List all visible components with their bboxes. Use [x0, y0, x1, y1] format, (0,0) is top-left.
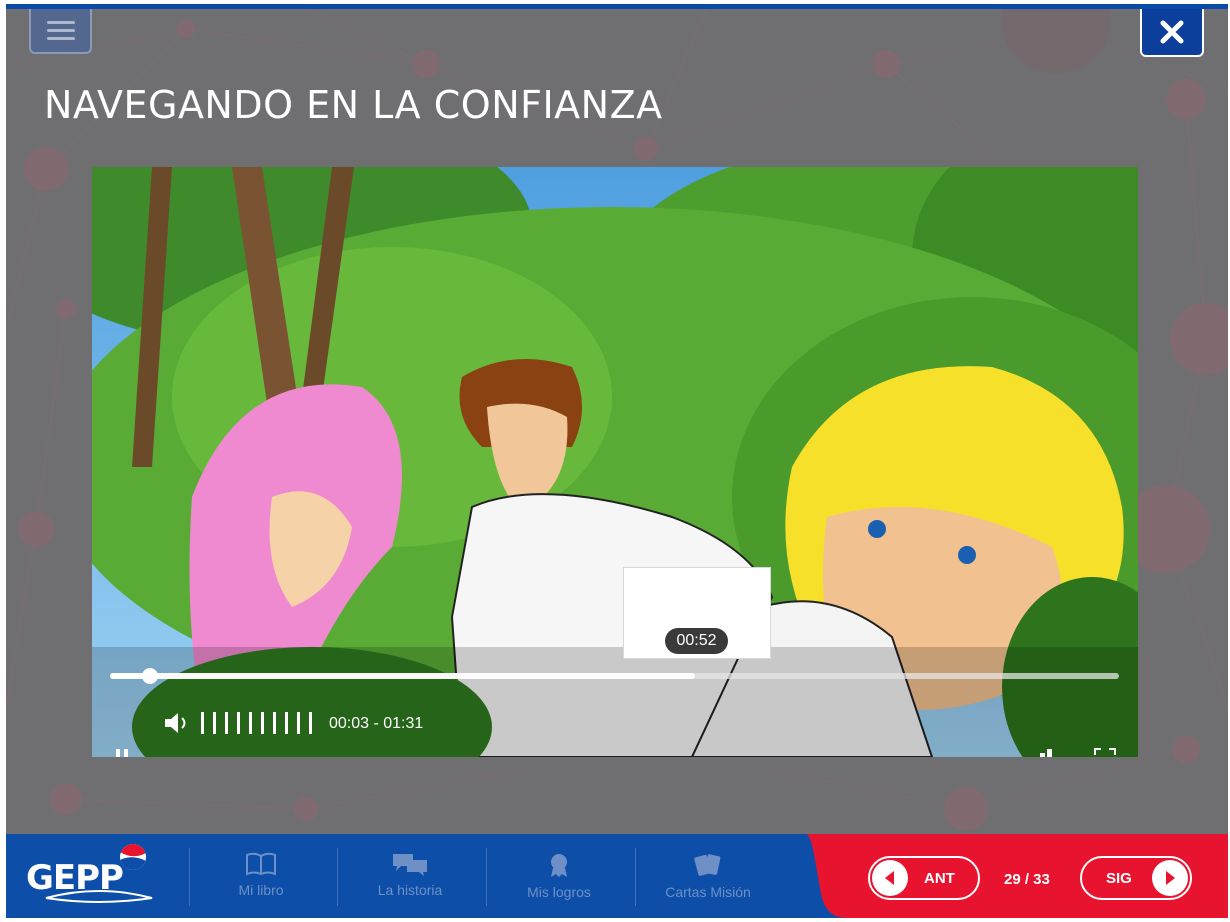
page-counter: 29 / 33 — [1004, 871, 1050, 888]
menu-button[interactable] — [29, 9, 92, 54]
book-icon — [246, 852, 276, 876]
lesson-stage: NAVEGANDO EN LA CONFIANZA 00:52 00:03 - … — [6, 9, 1228, 834]
fullscreen-icon[interactable] — [1093, 747, 1117, 757]
menu-icon-bar — [46, 37, 75, 40]
close-icon — [1160, 20, 1184, 44]
volume-slider[interactable] — [201, 712, 312, 734]
nav-label: Cartas Misión — [665, 884, 751, 900]
previous-arrow-icon — [872, 860, 908, 896]
medal-icon — [551, 854, 567, 877]
volume-level-bar — [225, 712, 228, 734]
buffered-bar — [110, 673, 696, 679]
nav-label: La historia — [377, 882, 443, 898]
nav-cartas-mision[interactable]: Cartas Misión — [635, 852, 781, 912]
volume-icon[interactable] — [164, 712, 194, 734]
video-frame-illustration — [92, 167, 1138, 757]
volume-level-bar — [297, 712, 300, 734]
pause-icon[interactable] — [114, 747, 134, 757]
nav-mis-logros[interactable]: Mis logros — [486, 852, 632, 912]
pepsi-globe-icon — [120, 844, 146, 870]
previous-label: ANT — [924, 870, 955, 887]
volume-level-bar — [213, 712, 216, 734]
volume-level-bar — [273, 712, 276, 734]
menu-icon-bar — [46, 29, 75, 32]
nav-la-historia[interactable]: La historia — [337, 852, 483, 912]
seek-bar[interactable] — [110, 668, 1119, 684]
gepp-logo: GEPP — [26, 844, 156, 910]
volume-level-bar — [249, 712, 252, 734]
cards-icon — [694, 854, 721, 876]
bottom-navigation-bar: GEPP Mi libro La historia Mis logros Car… — [6, 834, 1228, 918]
volume-level-bar — [201, 712, 204, 734]
seek-preview-time: 00:52 — [665, 628, 728, 654]
previous-button[interactable]: ANT — [868, 856, 980, 900]
nav-label: Mis logros — [527, 884, 591, 900]
nav-label: Mi libro — [238, 882, 284, 898]
quality-icon[interactable] — [1038, 747, 1062, 757]
next-arrow-icon — [1152, 860, 1188, 896]
chat-bubbles-icon — [393, 854, 427, 876]
volume-level-bar — [261, 712, 264, 734]
next-button[interactable]: SIG — [1080, 856, 1192, 900]
video-player[interactable]: 00:52 00:03 - 01:31 — [92, 167, 1138, 757]
page-title: NAVEGANDO EN LA CONFIANZA — [44, 83, 663, 127]
menu-icon-bar — [46, 21, 75, 24]
volume-level-bar — [237, 712, 240, 734]
time-readout: 00:03 - 01:31 — [329, 715, 424, 732]
logo-swoosh-icon — [45, 890, 153, 903]
next-label: SIG — [1106, 870, 1132, 887]
close-button[interactable] — [1140, 9, 1204, 57]
volume-level-bar — [285, 712, 288, 734]
nav-mi-libro[interactable]: Mi libro — [188, 852, 334, 912]
volume-level-bar — [309, 712, 312, 734]
